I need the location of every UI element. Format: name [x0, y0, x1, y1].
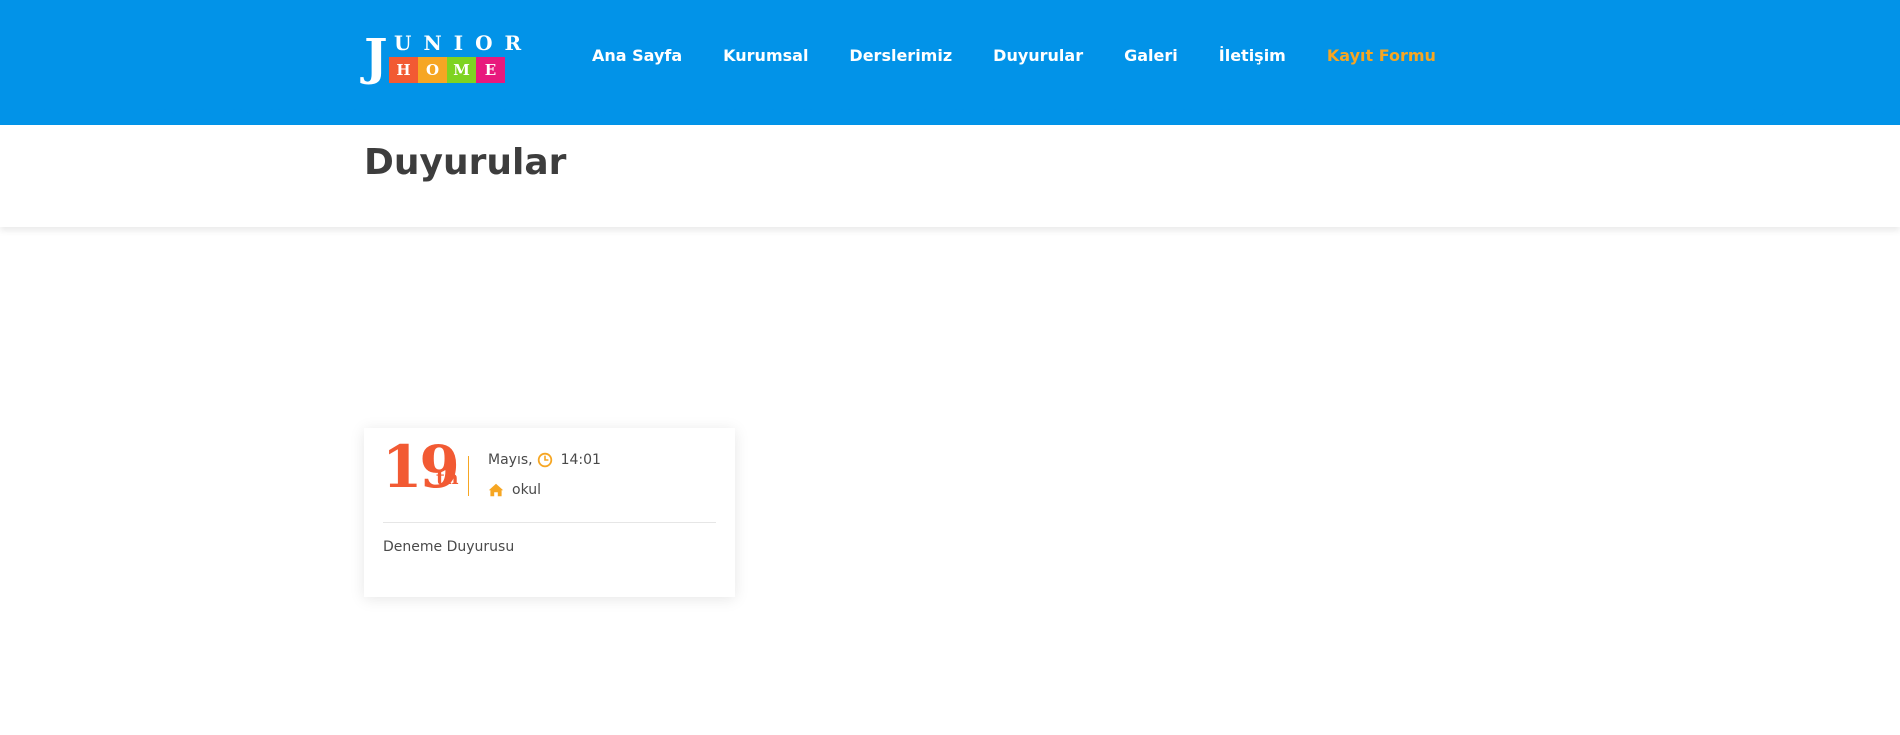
logo-tile-o: O	[418, 57, 447, 83]
logo-tile-m: M	[447, 57, 476, 83]
page-title-band: Duyurular	[0, 125, 1900, 227]
nav-item-ana-sayfa[interactable]: Ana Sayfa	[592, 44, 682, 68]
clock-icon	[537, 452, 552, 468]
logo-tile-e: E	[476, 57, 505, 83]
home-icon	[488, 483, 504, 497]
logo-tile-h: H	[389, 57, 418, 83]
nav-item-kayit-formu[interactable]: Kayıt Formu	[1327, 44, 1436, 68]
logo-letter-j: J	[364, 27, 388, 86]
nav-item-galeri[interactable]: Galeri	[1124, 44, 1178, 68]
announcement-time: 14:01	[560, 452, 601, 468]
announcement-card[interactable]: 19 th Mayıs, 14:01 okul Deneme Duyurusu	[364, 428, 735, 597]
card-divider	[383, 522, 716, 523]
announcement-date-row: Mayıs, 14:01	[488, 450, 601, 470]
logo-top-text: UNIOR	[394, 31, 534, 55]
announcement-day-suffix: th	[436, 467, 459, 489]
nav-item-iletisim[interactable]: İletişim	[1219, 44, 1286, 68]
announcement-category[interactable]: okul	[512, 480, 541, 500]
site-header: J UNIOR H O M E Ana Sayfa Kurumsal Dersl…	[0, 0, 1900, 125]
nav-item-derslerimiz[interactable]: Derslerimiz	[849, 44, 952, 68]
announcement-month: Mayıs,	[488, 452, 533, 468]
main-nav: Ana Sayfa Kurumsal Derslerimiz Duyurular…	[592, 44, 1436, 68]
page-title: Duyurular	[364, 142, 567, 183]
date-divider	[468, 456, 469, 496]
nav-item-duyurular[interactable]: Duyurular	[993, 44, 1083, 68]
nav-item-kurumsal[interactable]: Kurumsal	[723, 44, 808, 68]
junior-home-logo[interactable]: J UNIOR H O M E	[364, 27, 521, 86]
announcement-category-row: okul	[488, 480, 541, 500]
announcement-text[interactable]: Deneme Duyurusu	[383, 537, 514, 557]
logo-tiles: H O M E	[389, 57, 505, 83]
